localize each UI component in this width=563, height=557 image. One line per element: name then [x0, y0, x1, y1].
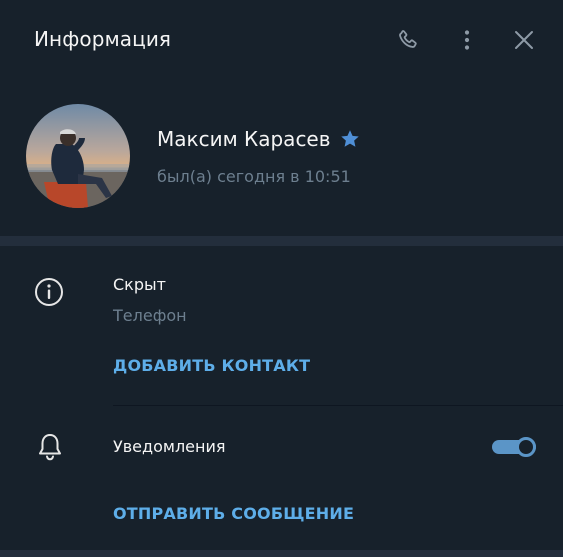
close-button[interactable]: [510, 26, 538, 54]
avatar-photo: [26, 104, 130, 208]
avatar[interactable]: [26, 104, 130, 208]
info-icon: [35, 278, 63, 306]
user-info-panel: Информация Максим Карасев был(а) сегодня…: [0, 0, 563, 557]
notifications-toggle[interactable]: [492, 437, 536, 457]
panel-title: Информация: [34, 27, 172, 51]
send-message-button[interactable]: ОТПРАВИТЬ СООБЩЕНИЕ: [113, 504, 354, 523]
phone-label: Телефон: [113, 306, 187, 325]
last-seen-status: был(а) сегодня в 10:51: [157, 167, 351, 186]
phone-value: Скрыт: [113, 275, 166, 294]
add-contact-button[interactable]: ДОБАВИТЬ КОНТАКТ: [113, 356, 310, 375]
bottom-divider: [0, 550, 563, 557]
notifications-label: Уведомления: [113, 437, 226, 456]
phone-icon: [399, 30, 417, 48]
call-button[interactable]: [394, 26, 422, 54]
row-divider: [113, 405, 563, 406]
toggle-knob: [516, 437, 536, 457]
close-icon: [515, 31, 533, 49]
panel-header: Информация: [0, 0, 563, 80]
star-icon: [339, 128, 361, 150]
bell-icon: [39, 434, 61, 461]
section-divider: [0, 236, 563, 246]
user-name: Максим Карасев: [157, 127, 331, 151]
name-row: Максим Карасев: [157, 127, 361, 151]
more-vertical-icon: [464, 30, 470, 50]
more-button[interactable]: [453, 26, 481, 54]
profile-section: Максим Карасев был(а) сегодня в 10:51: [0, 80, 563, 234]
